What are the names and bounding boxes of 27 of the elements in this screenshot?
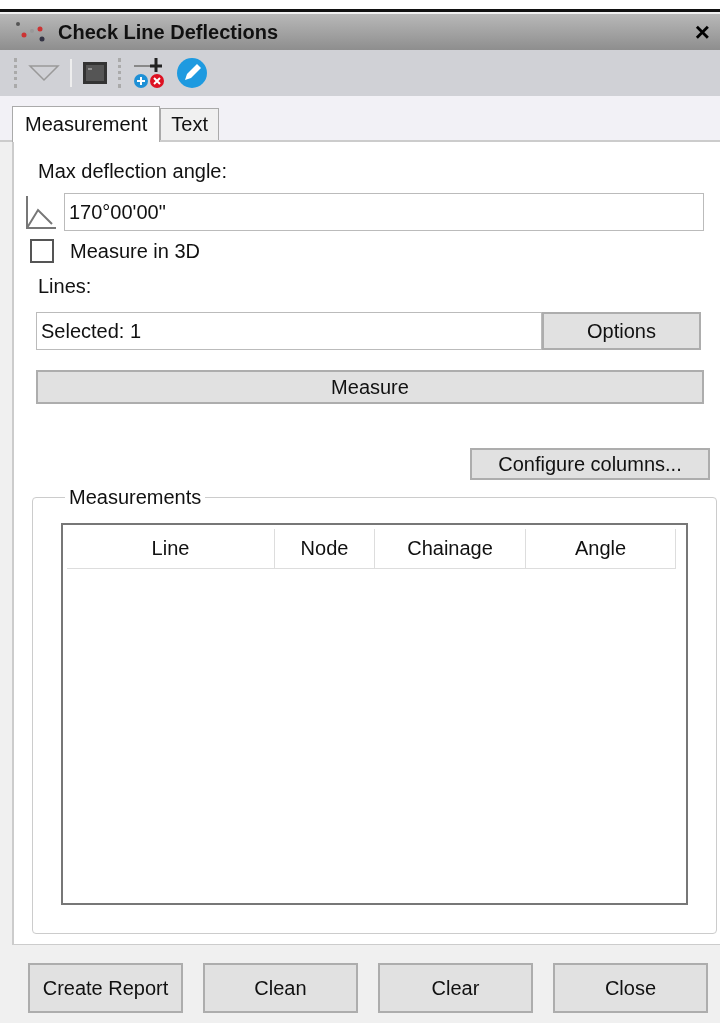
column-header[interactable]: Chainage — [375, 529, 526, 568]
input-field[interactable]: 170°00'00" — [64, 193, 704, 231]
footer-button[interactable]: Clear — [378, 963, 533, 1013]
footer-button[interactable]: Clean — [203, 963, 358, 1013]
input-field[interactable]: Selected: 1 — [36, 312, 542, 350]
group-title: Measurements — [68, 486, 203, 509]
checkbox[interactable] — [30, 239, 54, 263]
column-header[interactable]: Angle — [526, 529, 676, 568]
field-label: Lines: — [37, 275, 93, 298]
options-button[interactable]: Options — [542, 312, 701, 350]
add-remove-node-icon[interactable] — [132, 56, 166, 90]
angle-icon — [24, 194, 58, 230]
column-header[interactable]: Node — [275, 529, 375, 568]
dots-icon — [14, 21, 46, 43]
close-button[interactable]: × — [694, 19, 710, 45]
measure-button[interactable]: Measure — [36, 370, 704, 404]
field-label: Max deflection angle: — [37, 160, 228, 183]
checkbox-label: Measure in 3D — [70, 239, 201, 263]
footer-button[interactable]: Close — [553, 963, 708, 1013]
pencil-icon[interactable] — [176, 57, 208, 89]
tab[interactable]: Text — [160, 108, 219, 140]
column-header[interactable]: Line — [67, 529, 275, 568]
window-title: Check Line Deflections — [58, 20, 280, 44]
terminal-icon[interactable] — [82, 61, 108, 85]
tab[interactable]: Measurement — [12, 106, 161, 142]
configure-columns-button[interactable]: Configure columns... — [470, 448, 710, 480]
footer-button[interactable]: Create Report — [28, 963, 183, 1013]
